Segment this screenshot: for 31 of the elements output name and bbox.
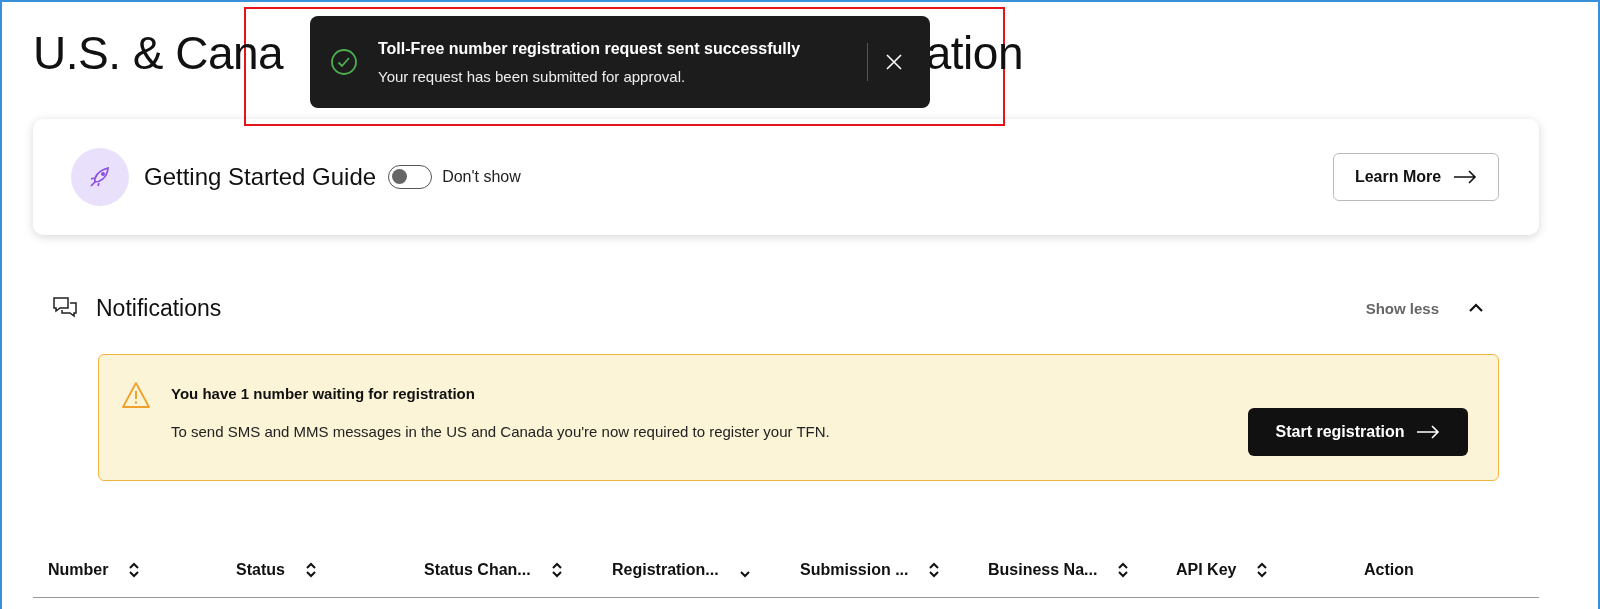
close-icon: [884, 52, 904, 72]
column-header[interactable]: Business Na...: [988, 561, 1098, 579]
warning-icon: [121, 381, 151, 409]
close-button[interactable]: [884, 52, 904, 72]
learn-more-button[interactable]: Learn More: [1333, 153, 1499, 201]
banner-message: To send SMS and MMS messages in the US and Canada you're now required to register your TFN.: [171, 423, 831, 440]
toggle-switch[interactable]: [388, 165, 433, 189]
sort-icon: [550, 562, 563, 578]
column-header[interactable]: Action: [1364, 561, 1414, 579]
sort-icon: [1117, 562, 1130, 578]
column-header[interactable]: Number: [48, 561, 109, 579]
sort-icon: [128, 562, 141, 578]
column-header[interactable]: Status: [236, 561, 285, 579]
column-header[interactable]: API Key: [1176, 561, 1237, 579]
arrow-right-icon: [1416, 425, 1441, 439]
toggle-label: Don't show: [442, 168, 521, 186]
arrow-right-icon: [1453, 170, 1478, 184]
sort-icon: [1256, 562, 1269, 578]
sort-icon: [304, 562, 317, 578]
section-title: Notifications: [96, 294, 222, 322]
toast-message: Your request has been submitted for approval.: [378, 67, 687, 85]
column-header[interactable]: Registration...: [612, 561, 719, 579]
column-header[interactable]: Submission ...: [800, 561, 909, 579]
start-registration-button[interactable]: Start registration: [1248, 408, 1468, 456]
guide-title: Getting Started Guide: [144, 163, 377, 191]
sort-icon: [928, 562, 941, 578]
check-circle-icon: [330, 48, 358, 76]
toast-title: Toll-Free number registration request sent successfully: [378, 39, 802, 58]
show-less-toggle[interactable]: Show less: [1365, 299, 1485, 317]
column-header[interactable]: Status Chan...: [424, 561, 531, 579]
banner-title: You have 1 number waiting for registration: [171, 385, 476, 402]
